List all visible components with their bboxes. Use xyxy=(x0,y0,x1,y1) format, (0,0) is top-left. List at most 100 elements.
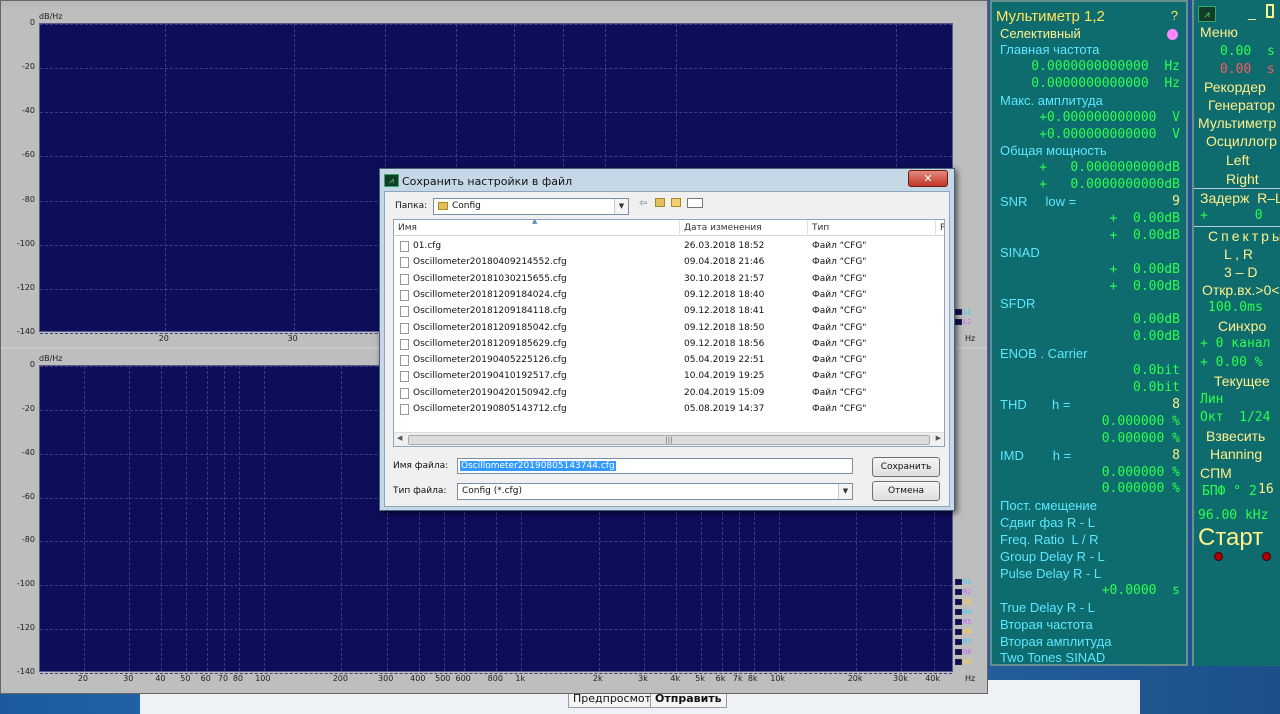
filetype-select[interactable]: Config (*.cfg) ▼ xyxy=(457,483,853,500)
horizontal-scrollbar[interactable]: ◀ ||| ▶ xyxy=(394,432,944,446)
folder-select[interactable]: Config ▼ xyxy=(433,198,629,215)
close-button[interactable]: ✕ xyxy=(908,170,948,187)
maximize-icon[interactable] xyxy=(1266,4,1274,18)
generator-button[interactable]: Генератор xyxy=(1208,97,1275,113)
open-input-button[interactable]: Откр.вх.>0< xyxy=(1202,282,1280,298)
file-date: 05.08.2019 14:37 xyxy=(684,404,765,414)
sync-channel[interactable]: + 0 канал xyxy=(1200,336,1270,351)
channel-toggle[interactable]: R2 xyxy=(955,588,971,596)
file-row[interactable]: Oscillometer20181209185042.cfg 09.12.2018… xyxy=(394,320,944,336)
x-tick-label: 40 xyxy=(155,674,166,683)
meter-label: ENOB . Carrier xyxy=(1000,346,1088,362)
meter-label: Вторая частота xyxy=(1000,616,1093,632)
back-icon[interactable]: ⇦ xyxy=(639,198,647,209)
grid-line xyxy=(40,68,952,70)
channel-toggle[interactable]: R5 xyxy=(955,618,971,626)
weigh-button[interactable]: Взвесить xyxy=(1206,428,1265,444)
scroll-right-icon[interactable]: ▶ xyxy=(936,434,941,442)
fft-label[interactable]: БПФ ° 2 xyxy=(1202,484,1257,499)
channel-checkbox[interactable] xyxy=(955,599,962,605)
sample-rate[interactable]: 96.00 kHz xyxy=(1198,508,1268,523)
file-list[interactable]: Имя Дата изменения Тип Ра ▲ 01.cfg 26.03.… xyxy=(393,219,945,447)
channel-toggle[interactable]: L1 xyxy=(955,308,971,316)
channel-checkbox[interactable] xyxy=(955,619,962,625)
column-size[interactable]: Ра xyxy=(936,220,944,236)
scroll-left-icon[interactable]: ◀ xyxy=(397,434,402,442)
file-row[interactable]: Oscillometer20181209184024.cfg 09.12.2018… xyxy=(394,287,944,303)
channel-label: R7 xyxy=(963,638,972,646)
file-row[interactable]: Oscillometer20190805143712.cfg 05.08.2019… xyxy=(394,401,944,417)
mode-indicator-icon[interactable] xyxy=(1167,29,1178,40)
channel-checkbox[interactable] xyxy=(955,659,962,665)
psd-button[interactable]: СПМ xyxy=(1200,465,1232,481)
up-folder-icon[interactable] xyxy=(655,198,665,207)
fft-value[interactable]: 16 xyxy=(1258,482,1274,497)
channel-toggle[interactable]: L2 xyxy=(955,318,971,326)
file-row[interactable]: 01.cfg 26.03.2018 18:52 Файл "CFG" xyxy=(394,238,944,254)
channel-checkbox[interactable] xyxy=(955,579,962,585)
recorder-button[interactable]: Рекордер xyxy=(1204,79,1266,95)
scrollbar-thumb[interactable]: ||| xyxy=(408,435,930,445)
channel-toggle[interactable]: R4 xyxy=(955,608,971,616)
channel-toggle[interactable]: R7 xyxy=(955,638,971,646)
channel-checkbox[interactable] xyxy=(955,319,962,325)
channel-checkbox[interactable] xyxy=(955,629,962,635)
minimize-icon[interactable]: _ xyxy=(1248,4,1256,20)
three-d-button[interactable]: 3 – D xyxy=(1224,264,1257,280)
grid-line xyxy=(83,366,85,671)
file-row[interactable]: Oscillometer20181209185629.cfg 09.12.2018… xyxy=(394,336,944,352)
grid-line xyxy=(263,366,265,671)
x-tick-label: 200 xyxy=(332,674,348,683)
sync-percent[interactable]: + 0.00 % xyxy=(1200,355,1263,370)
new-folder-icon[interactable] xyxy=(671,198,681,207)
cancel-button[interactable]: Отмена xyxy=(872,481,940,501)
channel-toggle[interactable]: R9 xyxy=(955,658,971,666)
meter-value: + 0.0000000000dB xyxy=(1039,177,1180,193)
file-row[interactable]: Oscillometer20181209184118.cfg 09.12.2018… xyxy=(394,303,944,319)
column-date[interactable]: Дата изменения xyxy=(680,220,808,236)
grid-line xyxy=(164,24,166,331)
x-tick-label: 100 xyxy=(255,674,271,683)
save-button[interactable]: Сохранить xyxy=(872,457,940,477)
channel-toggle[interactable]: R8 xyxy=(955,648,971,656)
chevron-down-icon[interactable]: ▼ xyxy=(838,484,852,499)
channel-checkbox[interactable] xyxy=(955,639,962,645)
ms-value[interactable]: 100.0ms xyxy=(1208,300,1263,315)
lr-button[interactable]: L , R xyxy=(1224,246,1253,262)
channel-checkbox[interactable] xyxy=(955,309,962,315)
filename-input[interactable]: Oscillometer20190805143744.cfg xyxy=(457,458,853,474)
help-button[interactable]: ? xyxy=(1171,8,1178,23)
channel-checkbox[interactable] xyxy=(955,609,962,615)
start-button[interactable]: Старт xyxy=(1198,524,1263,552)
x-tick-label: 30 xyxy=(287,334,298,343)
file-date: 09.12.2018 18:50 xyxy=(684,322,765,333)
sync-label[interactable]: Синхро xyxy=(1218,318,1266,334)
menu-button[interactable]: Меню xyxy=(1200,24,1238,40)
channel-toggle[interactable]: R6 xyxy=(955,628,971,636)
window-function-button[interactable]: Hanning xyxy=(1210,446,1262,462)
file-icon xyxy=(400,404,409,415)
multimeter-button[interactable]: Мультиметр xyxy=(1198,115,1276,131)
meter-label: Freq. Ratio L / R xyxy=(1000,532,1099,548)
file-row[interactable]: Oscillometer20190405225126.cfg 05.04.2019… xyxy=(394,352,944,368)
left-channel-button[interactable]: Left xyxy=(1226,152,1249,168)
view-menu-icon[interactable] xyxy=(687,198,703,208)
column-type[interactable]: Тип xyxy=(808,220,936,236)
file-row[interactable]: Oscillometer20190410192517.cfg 10.04.2019… xyxy=(394,368,944,384)
file-row[interactable]: Oscillometer20190420150942.cfg 20.04.2019… xyxy=(394,385,944,401)
x-tick-label: 60 xyxy=(200,674,211,683)
channel-checkbox[interactable] xyxy=(955,649,962,655)
channel-toggle[interactable]: R3 xyxy=(955,598,971,606)
chevron-down-icon[interactable]: ▼ xyxy=(614,199,628,214)
file-row[interactable]: Oscillometer20181030215655.cfg 30.10.2018… xyxy=(394,271,944,287)
channel-checkbox[interactable] xyxy=(955,589,962,595)
right-channel-button[interactable]: Right xyxy=(1226,171,1259,187)
channel-toggle[interactable]: R1 xyxy=(955,578,971,586)
file-name: Oscillometer20190405225126.cfg xyxy=(413,355,567,366)
current-button[interactable]: Текущее xyxy=(1214,373,1270,389)
mode-selector[interactable]: Селективный xyxy=(1000,26,1081,41)
lin-button[interactable]: Лин xyxy=(1200,392,1223,407)
octave-button[interactable]: Окт 1/24 xyxy=(1200,410,1270,425)
file-row[interactable]: Oscillometer20180409214552.cfg 09.04.2018… xyxy=(394,254,944,270)
oscilloscope-button[interactable]: Осциллогр xyxy=(1206,133,1277,149)
